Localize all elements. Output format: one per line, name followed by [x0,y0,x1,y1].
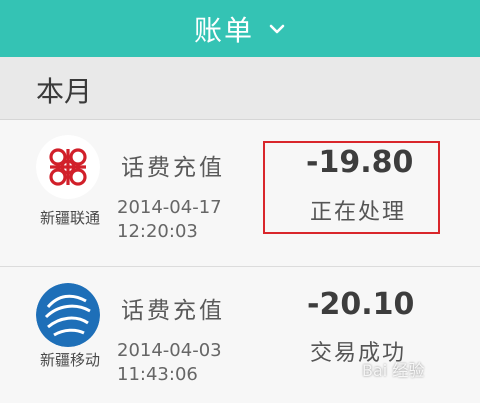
china-mobile-logo-icon [36,283,100,347]
carrier-name: 新疆移动 [39,351,100,369]
highlight-box [263,141,440,234]
transaction-time: 12:20:03 [117,221,198,242]
china-unicom-logo-icon [36,135,100,199]
transaction-datetime: 2014-04-03 11:43:06 [117,339,222,387]
watermark-text: Bai 经验 [362,361,425,380]
chevron-down-icon[interactable] [268,20,286,38]
transaction-amount: -20.10 [307,287,415,322]
header-bar[interactable]: 账单 [0,0,480,57]
carrier-name: 新疆联通 [39,209,100,227]
transaction-date: 2014-04-03 [117,340,222,361]
month-section-header: 本月 [0,57,480,120]
transaction-datetime: 2014-04-17 12:20:03 [117,196,222,244]
transaction-date: 2014-04-17 [117,197,222,218]
month-label: 本月 [36,75,93,108]
transaction-description: 话费充值 [121,298,225,324]
transaction-description: 话费充值 [121,155,225,181]
page-title[interactable]: 账单 [194,9,254,49]
transaction-row[interactable]: 新疆移动 话费充值 2014-04-03 11:43:06 -20.10 交易成… [0,267,480,403]
transaction-time: 11:43:06 [117,364,198,385]
